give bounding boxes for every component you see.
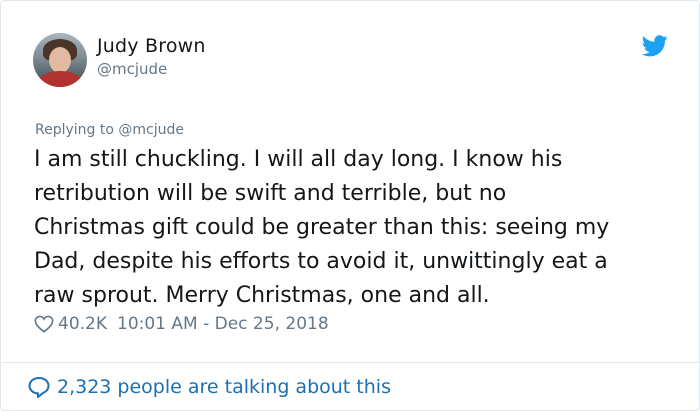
footer-divider: [2, 362, 700, 363]
heart-icon: [34, 315, 54, 333]
tweet-timestamp[interactable]: 10:01 AM - Dec 25, 2018: [117, 314, 329, 334]
tweet-text: I am still chuckling. I will all day lon…: [34, 147, 610, 308]
speech-bubble-icon: [28, 376, 50, 398]
author-name[interactable]: Judy Brown: [97, 35, 206, 57]
like-button[interactable]: 40.2K: [34, 314, 107, 334]
twitter-bird-icon[interactable]: [642, 35, 668, 57]
like-count: 40.2K: [58, 314, 107, 334]
author-handle[interactable]: @mcjude: [97, 60, 167, 78]
tweet-card: Judy Brown @mcjude Replying to @mcjude I…: [0, 0, 700, 411]
avatar-face: [49, 47, 71, 73]
avatar[interactable]: [33, 33, 87, 87]
avatar-shirt: [37, 71, 83, 87]
tweet-meta: 40.2K 10:01 AM - Dec 25, 2018: [34, 312, 329, 336]
conversation-count-text: 2,323 people are talking about this: [57, 376, 391, 398]
conversation-link[interactable]: 2,323 people are talking about this: [27, 374, 391, 400]
replying-to-label[interactable]: Replying to @mcjude: [35, 122, 184, 138]
